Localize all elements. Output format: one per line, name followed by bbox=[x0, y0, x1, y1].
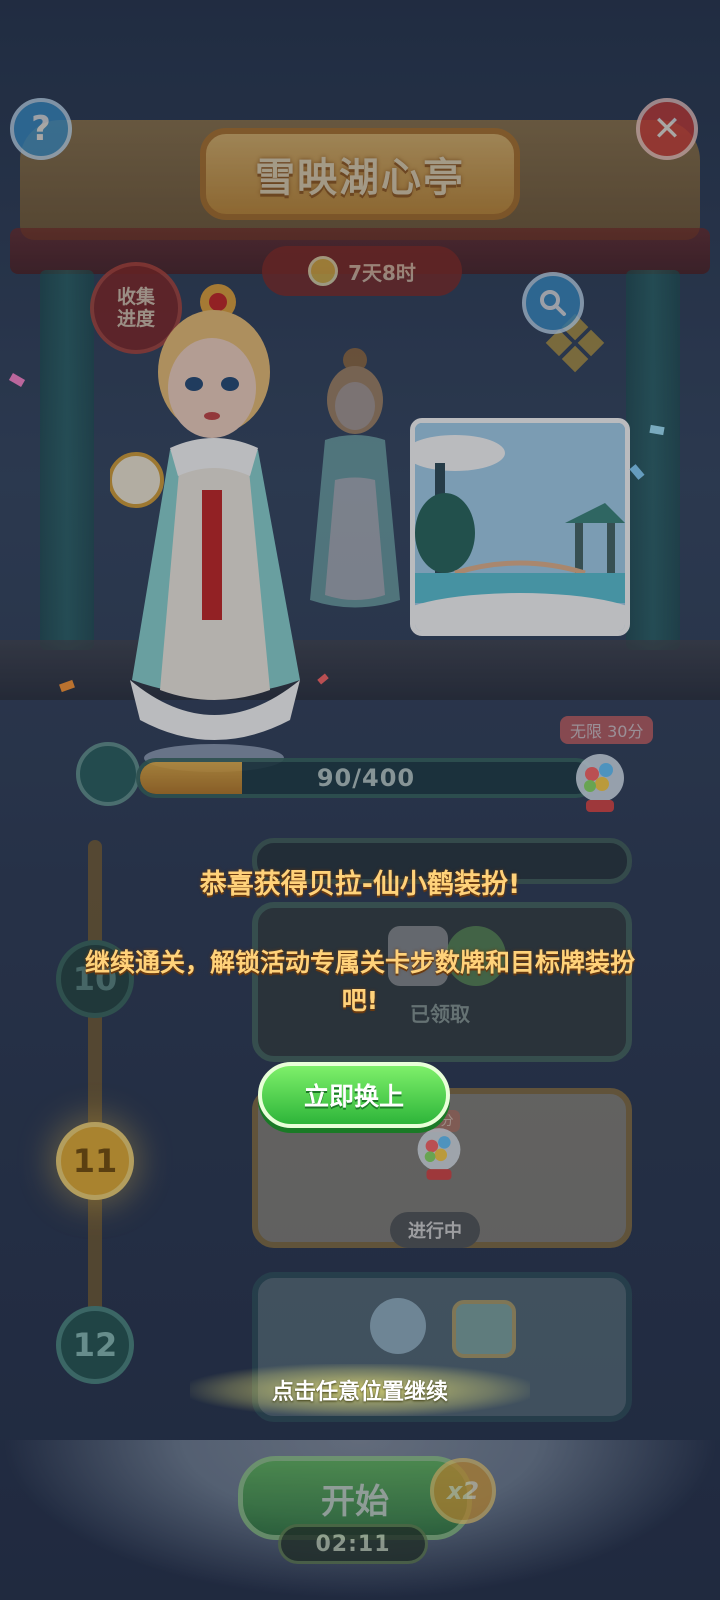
equip-now-button[interactable]: 立即换上 bbox=[258, 1062, 450, 1128]
popup-description: 继续通关，解锁活动专属关卡步数牌和目标牌装扮吧! bbox=[84, 948, 635, 1015]
popup-title: 恭喜获得贝拉-仙小鹤装扮! bbox=[199, 869, 521, 900]
popup-overlay[interactable] bbox=[0, 0, 720, 1600]
tap-to-continue-hint: 点击任意位置继续 bbox=[190, 1364, 530, 1416]
